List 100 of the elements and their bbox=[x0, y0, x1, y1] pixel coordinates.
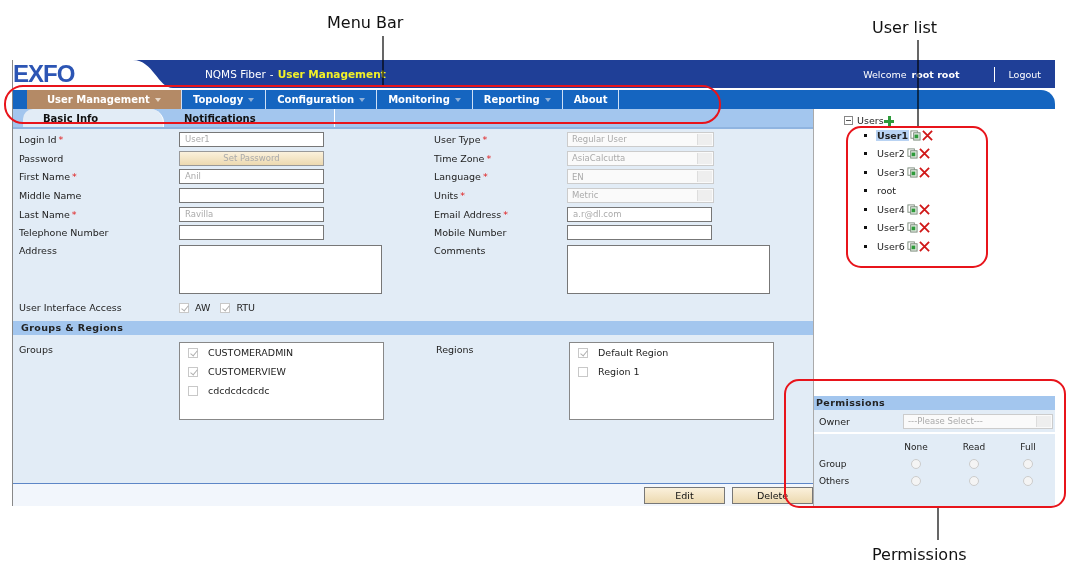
user-name: root root bbox=[911, 68, 960, 80]
copy-icon[interactable] bbox=[906, 166, 918, 178]
leader-line bbox=[937, 506, 939, 541]
tree-item[interactable]: User3 bbox=[876, 166, 906, 178]
field-label: Groups bbox=[19, 343, 54, 356]
tree-item[interactable]: User1 bbox=[876, 129, 910, 141]
tree-item[interactable]: User5 bbox=[876, 222, 906, 234]
field-label: Last Name bbox=[19, 208, 70, 220]
required-mark: * bbox=[486, 152, 492, 164]
logout-link[interactable]: Logout bbox=[1008, 68, 1041, 80]
text-area[interactable] bbox=[179, 245, 382, 295]
callout-label: Menu Bar bbox=[327, 13, 404, 32]
callout-label: Permissions bbox=[872, 545, 967, 563]
tree-item[interactable]: root bbox=[876, 185, 898, 197]
required-mark: * bbox=[460, 189, 466, 201]
input-field[interactable] bbox=[567, 225, 712, 241]
page-title: User Management bbox=[277, 68, 386, 80]
checkbox-label: CUSTOMERVIEW bbox=[208, 366, 286, 378]
bullet-icon bbox=[864, 189, 867, 193]
tree-item[interactable]: Users bbox=[857, 115, 884, 126]
bullet-icon bbox=[864, 207, 867, 211]
menu-item[interactable]: User Management bbox=[27, 90, 182, 109]
checkbox[interactable] bbox=[188, 366, 198, 377]
welcome-text: Welcome bbox=[863, 68, 907, 80]
column-header: None bbox=[903, 441, 929, 452]
checkbox-label: CUSTOMERADMIN bbox=[208, 347, 294, 359]
section-header: Groups & Regions bbox=[13, 321, 813, 336]
checkbox-label: RTU bbox=[236, 302, 256, 314]
row-label: Others bbox=[819, 475, 851, 486]
delete-icon[interactable] bbox=[922, 129, 934, 141]
radio-button[interactable] bbox=[1023, 475, 1033, 486]
column-header: Full bbox=[1019, 441, 1037, 452]
tree-item[interactable]: User6 bbox=[876, 240, 906, 252]
bullet-icon bbox=[864, 170, 867, 174]
bullet-icon bbox=[864, 133, 867, 137]
bullet-icon bbox=[864, 244, 867, 248]
delete-icon[interactable] bbox=[918, 203, 930, 215]
bullet-icon bbox=[864, 226, 867, 230]
bullet-icon bbox=[864, 152, 867, 156]
field-label: Address bbox=[19, 245, 57, 257]
field-label: Owner bbox=[819, 415, 851, 427]
delete-icon[interactable] bbox=[918, 222, 930, 234]
collapse-icon[interactable] bbox=[844, 116, 853, 125]
radio-button[interactable] bbox=[911, 475, 921, 486]
checkbox-label: AW bbox=[195, 302, 211, 314]
checkbox[interactable] bbox=[220, 302, 231, 313]
delete-icon[interactable] bbox=[918, 148, 930, 160]
column-header: Read bbox=[961, 441, 987, 452]
field-label: Email Address bbox=[434, 208, 502, 220]
delete-icon[interactable] bbox=[918, 240, 930, 252]
required-mark: * bbox=[482, 133, 488, 145]
copy-icon[interactable] bbox=[906, 203, 918, 215]
field-label: Telephone Number bbox=[19, 227, 109, 239]
field-label: Language bbox=[434, 171, 481, 183]
section-header: Permissions bbox=[814, 396, 1055, 410]
field-label: Regions bbox=[436, 343, 475, 356]
checkbox[interactable] bbox=[578, 366, 588, 377]
field-label: Comments bbox=[434, 245, 486, 257]
title-separator: - bbox=[269, 68, 274, 80]
leader-line bbox=[382, 35, 384, 87]
delete-icon[interactable] bbox=[918, 166, 930, 178]
tree-item[interactable]: User2 bbox=[876, 148, 906, 160]
checkbox-label: Region 1 bbox=[598, 366, 640, 378]
radio-button[interactable] bbox=[911, 458, 921, 469]
radio-button[interactable] bbox=[969, 458, 979, 469]
input-field[interactable] bbox=[179, 187, 324, 203]
checkbox[interactable] bbox=[188, 385, 198, 396]
checkbox[interactable] bbox=[578, 347, 588, 358]
copy-icon[interactable] bbox=[910, 129, 922, 141]
callout-label: User list bbox=[872, 18, 938, 37]
field-label: User Interface Access bbox=[19, 302, 123, 314]
input-field[interactable] bbox=[179, 225, 324, 241]
logo: EXFO bbox=[13, 62, 75, 86]
tab[interactable]: Notifications bbox=[164, 109, 335, 127]
add-icon[interactable] bbox=[883, 115, 894, 126]
text-area[interactable] bbox=[567, 245, 770, 295]
required-mark: * bbox=[72, 171, 77, 183]
tree-item[interactable]: User4 bbox=[876, 203, 906, 215]
radio-button[interactable] bbox=[1023, 458, 1033, 469]
row-label: Group bbox=[819, 458, 848, 469]
copy-icon[interactable] bbox=[906, 240, 918, 252]
required-mark: * bbox=[503, 208, 508, 220]
required-mark: * bbox=[71, 208, 77, 220]
field-label: Units bbox=[434, 189, 459, 201]
checkbox-label: cdcdcdcdcdc bbox=[208, 385, 270, 397]
required-mark: * bbox=[58, 133, 64, 145]
checkbox-label: Default Region bbox=[598, 347, 669, 359]
action-button[interactable]: Edit bbox=[644, 486, 725, 504]
field-label: Middle Name bbox=[19, 189, 82, 201]
copy-icon[interactable] bbox=[906, 222, 918, 234]
radio-button[interactable] bbox=[969, 475, 979, 486]
field-label: User Type bbox=[434, 133, 481, 145]
copy-icon[interactable] bbox=[906, 148, 918, 160]
required-mark: * bbox=[482, 171, 488, 183]
field-label: Mobile Number bbox=[434, 227, 507, 239]
checkbox[interactable] bbox=[179, 302, 189, 313]
checkbox[interactable] bbox=[188, 347, 198, 358]
field-label: Password bbox=[19, 152, 64, 164]
field-label: Login Id bbox=[19, 133, 57, 145]
field-label: First Name bbox=[19, 171, 71, 183]
